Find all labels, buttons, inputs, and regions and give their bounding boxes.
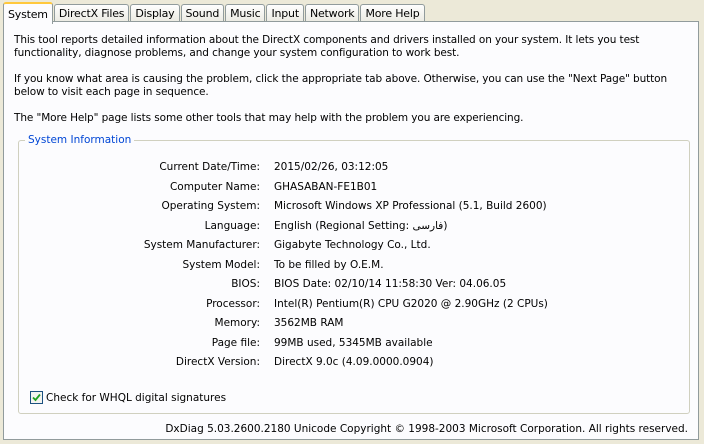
info-label: Memory: xyxy=(214,317,260,329)
info-row-bios: BIOS: BIOS Date: 02/10/14 11:58:30 Ver: … xyxy=(19,278,679,292)
tab-strip: System DirectX Files Display Sound Music… xyxy=(3,2,425,24)
whql-checkbox-label: Check for WHQL digital signatures xyxy=(46,391,227,404)
intro-paragraph-1: This tool reports detailed information a… xyxy=(14,34,640,59)
info-value: 3562MB RAM xyxy=(274,317,344,329)
info-label: DirectX Version: xyxy=(175,356,260,368)
tab-directx-files[interactable]: DirectX Files xyxy=(53,4,130,22)
intro-paragraph-2: If you know what area is causing the pro… xyxy=(14,73,668,98)
info-value: GHASABAN-FE1B01 xyxy=(274,180,378,193)
copyright-footer: DxDiag 5.03.2600.2180 Unicode Copyright … xyxy=(165,423,688,435)
tab-system[interactable]: System xyxy=(3,2,53,24)
info-value: Microsoft Windows XP Professional (5.1, … xyxy=(274,200,547,212)
tab-network[interactable]: Network xyxy=(304,4,360,22)
info-value: English (Regional Setting: فارسی) xyxy=(274,219,448,232)
whql-checkbox-row[interactable]: Check for WHQL digital signatures xyxy=(30,391,226,404)
info-value: 2015/02/26, 03:12:05 xyxy=(274,161,389,173)
info-row-system-manufacturer: System Manufacturer: Gigabyte Technology… xyxy=(19,239,679,253)
system-information-group: System Information Current Date/Time: 20… xyxy=(18,134,690,414)
info-value: Gigabyte Technology Co., Ltd. xyxy=(274,239,431,251)
info-label: Language: xyxy=(204,219,260,232)
info-label: System Model: xyxy=(182,258,260,271)
info-label: Computer Name: xyxy=(169,180,260,193)
info-label: BIOS: xyxy=(231,278,260,290)
info-label: Operating System: xyxy=(161,200,260,212)
checkmark-icon xyxy=(32,393,41,402)
tab-display[interactable]: Display xyxy=(130,4,180,22)
info-row-operating-system: Operating System: Microsoft Windows XP P… xyxy=(19,200,679,214)
info-row-memory: Memory: 3562MB RAM xyxy=(19,317,679,331)
info-row-language: Language: English (Regional Setting: فار… xyxy=(19,220,679,234)
info-label: System Manufacturer: xyxy=(143,239,260,251)
info-row-computer-name: Computer Name: GHASABAN-FE1B01 xyxy=(19,181,679,195)
info-row-page-file: Page file: 99MB used, 5345MB available xyxy=(19,337,679,351)
info-row-directx-version: DirectX Version: DirectX 9.0c (4.09.0000… xyxy=(19,356,679,370)
info-label: Processor: xyxy=(206,297,260,310)
info-value: BIOS Date: 02/10/14 11:58:30 Ver: 04.06.… xyxy=(274,278,507,290)
system-tab-panel: This tool reports detailed information a… xyxy=(3,21,699,440)
tab-input[interactable]: Input xyxy=(266,4,304,22)
info-value: DirectX 9.0c (4.09.0000.0904) xyxy=(274,356,434,368)
info-value: Intel(R) Pentium(R) CPU G2020 @ 2.90GHz … xyxy=(274,297,548,310)
tab-music[interactable]: Music xyxy=(225,4,266,22)
info-row-processor: Processor: Intel(R) Pentium(R) CPU G2020… xyxy=(19,298,679,312)
intro-paragraph-3: The "More Help" page lists some other to… xyxy=(14,112,524,124)
whql-checkbox[interactable] xyxy=(30,391,43,404)
info-row-system-model: System Model: To be filled by O.E.M. xyxy=(19,259,679,273)
info-value: To be filled by O.E.M. xyxy=(274,258,384,271)
tab-sound[interactable]: Sound xyxy=(180,4,225,22)
tab-more-help[interactable]: More Help xyxy=(360,4,425,22)
info-label: Current Date/Time: xyxy=(159,161,260,173)
info-row-date-time: Current Date/Time: 2015/02/26, 03:12:05 xyxy=(19,161,679,175)
system-information-title: System Information xyxy=(25,134,135,146)
info-label: Page file: xyxy=(211,336,260,349)
info-value: 99MB used, 5345MB available xyxy=(274,336,433,349)
